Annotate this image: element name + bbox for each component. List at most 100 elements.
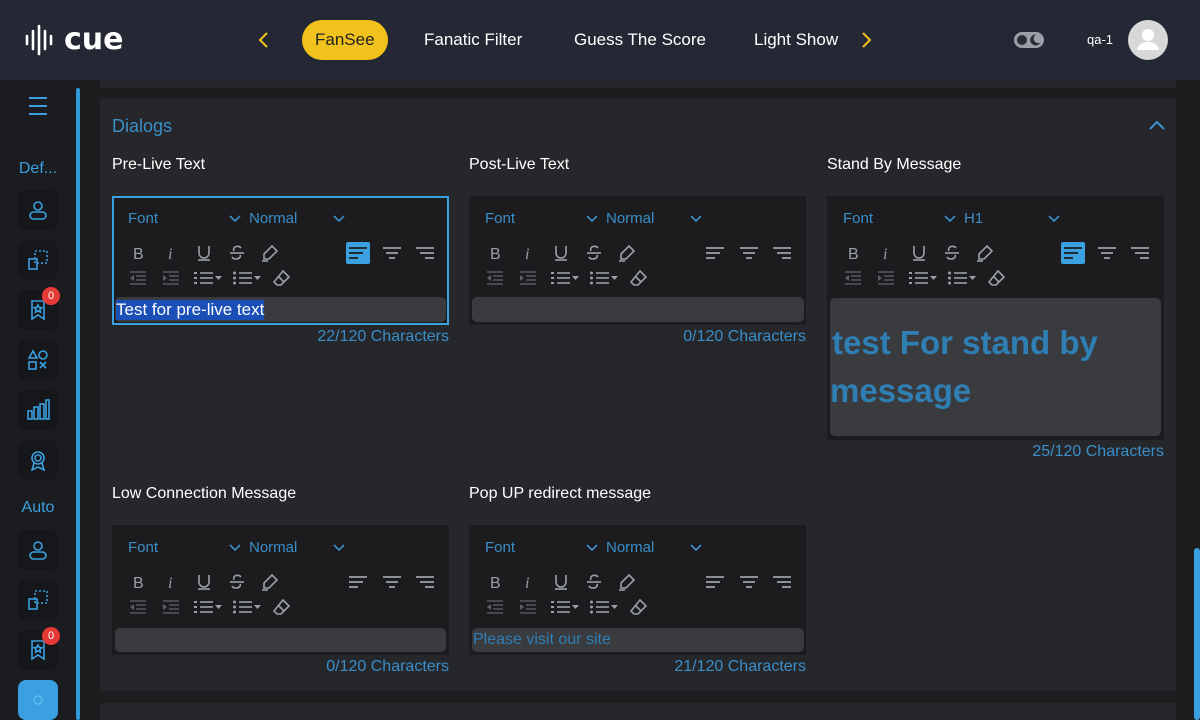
size-select[interactable]: Normal: [249, 539, 359, 556]
hamburger-menu-icon[interactable]: [26, 94, 50, 118]
indent-button[interactable]: [874, 267, 898, 289]
bullet-list-button[interactable]: [588, 267, 620, 289]
strikethrough-button[interactable]: [225, 242, 249, 264]
font-select[interactable]: Font: [843, 210, 956, 227]
bullet-list-button[interactable]: [231, 267, 263, 289]
outdent-button[interactable]: [483, 596, 507, 618]
sidebar-item-user-auto[interactable]: [18, 530, 58, 570]
italic-button[interactable]: i: [159, 242, 183, 264]
underline-button[interactable]: [192, 571, 216, 593]
tab-guess-the-score[interactable]: Guess The Score: [574, 20, 706, 60]
strikethrough-button[interactable]: [225, 571, 249, 593]
underline-button[interactable]: [192, 242, 216, 264]
highlight-button[interactable]: [615, 571, 639, 593]
strikethrough-button[interactable]: [940, 242, 964, 264]
size-select[interactable]: Normal: [249, 210, 359, 227]
size-select[interactable]: H1: [964, 210, 1074, 227]
highlight-button[interactable]: [258, 571, 282, 593]
popup-redirect-text-area[interactable]: Please visit our site: [472, 628, 804, 652]
clear-format-button[interactable]: [270, 596, 294, 618]
outdent-button[interactable]: [841, 267, 865, 289]
font-select[interactable]: Font: [485, 539, 598, 556]
align-left-button[interactable]: [346, 242, 370, 264]
indent-button[interactable]: [516, 596, 540, 618]
clear-format-button[interactable]: [985, 267, 1009, 289]
sidebar-item-shapes[interactable]: [18, 340, 58, 380]
outdent-button[interactable]: [126, 596, 150, 618]
avatar[interactable]: [1128, 20, 1168, 60]
align-right-button[interactable]: [1128, 242, 1152, 264]
align-center-button[interactable]: [380, 242, 404, 264]
italic-button[interactable]: i: [874, 242, 898, 264]
outdent-button[interactable]: [126, 267, 150, 289]
ordered-list-button[interactable]: [549, 267, 581, 289]
bold-button[interactable]: B: [126, 571, 150, 593]
align-left-button[interactable]: [1061, 242, 1085, 264]
sidebar-item-user[interactable]: [18, 190, 58, 230]
align-right-button[interactable]: [770, 571, 794, 593]
size-select[interactable]: Normal: [606, 210, 716, 227]
ordered-list-button[interactable]: [192, 267, 224, 289]
bold-button[interactable]: B: [483, 571, 507, 593]
highlight-button[interactable]: [615, 242, 639, 264]
tab-light-show[interactable]: Light Show: [754, 20, 838, 60]
sidebar-item-rewards[interactable]: 0: [18, 287, 60, 330]
content-scrollbar[interactable]: [1194, 548, 1200, 720]
indent-button[interactable]: [159, 596, 183, 618]
indent-button[interactable]: [159, 267, 183, 289]
underline-button[interactable]: [907, 242, 931, 264]
sidebar-item-frame-auto[interactable]: [18, 580, 58, 620]
clear-format-button[interactable]: [627, 267, 651, 289]
font-select[interactable]: Font: [128, 210, 241, 227]
bullet-list-button[interactable]: [946, 267, 978, 289]
align-center-button[interactable]: [380, 571, 404, 593]
highlight-button[interactable]: [258, 242, 282, 264]
post-live-text-area[interactable]: [472, 297, 804, 322]
indent-button[interactable]: [516, 267, 540, 289]
sidebar-item-award[interactable]: [18, 440, 58, 480]
font-select[interactable]: Font: [485, 210, 598, 227]
italic-button[interactable]: i: [159, 571, 183, 593]
align-center-button[interactable]: [737, 571, 761, 593]
underline-button[interactable]: [549, 571, 573, 593]
align-center-button[interactable]: [1095, 242, 1119, 264]
bullet-list-button[interactable]: [231, 596, 263, 618]
tab-fansee[interactable]: FanSee: [302, 20, 388, 60]
bold-button[interactable]: B: [126, 242, 150, 264]
sidebar-item-frame[interactable]: [18, 240, 58, 280]
strikethrough-button[interactable]: [582, 242, 606, 264]
outdent-button[interactable]: [483, 267, 507, 289]
underline-button[interactable]: [549, 242, 573, 264]
align-left-button[interactable]: [703, 242, 727, 264]
cue-logo[interactable]: cue: [24, 22, 124, 57]
chevron-up-icon[interactable]: [1147, 116, 1167, 136]
ordered-list-button[interactable]: [549, 596, 581, 618]
align-right-button[interactable]: [413, 571, 437, 593]
bullet-list-button[interactable]: [588, 596, 620, 618]
font-select[interactable]: Font: [128, 539, 241, 556]
clear-format-button[interactable]: [627, 596, 651, 618]
clear-format-button[interactable]: [270, 267, 294, 289]
dark-mode-toggle[interactable]: [1014, 30, 1044, 50]
stand-by-text-area[interactable]: test For stand by message: [830, 298, 1161, 436]
sidebar-item-active[interactable]: [18, 680, 58, 720]
bold-button[interactable]: B: [841, 242, 865, 264]
sidebar-item-stats[interactable]: [18, 390, 58, 430]
chevron-right-icon[interactable]: [854, 28, 878, 52]
low-connection-text-area[interactable]: [115, 628, 446, 652]
align-left-button[interactable]: [346, 571, 370, 593]
sidebar-item-rewards-auto[interactable]: 0: [18, 627, 60, 670]
align-right-button[interactable]: [413, 242, 437, 264]
italic-button[interactable]: i: [516, 571, 540, 593]
highlight-button[interactable]: [973, 242, 997, 264]
align-left-button[interactable]: [703, 571, 727, 593]
italic-button[interactable]: i: [516, 242, 540, 264]
align-right-button[interactable]: [770, 242, 794, 264]
bold-button[interactable]: B: [483, 242, 507, 264]
ordered-list-button[interactable]: [192, 596, 224, 618]
chevron-left-icon[interactable]: [252, 28, 276, 52]
pre-live-text-area[interactable]: Test for pre-live text: [115, 297, 446, 322]
strikethrough-button[interactable]: [582, 571, 606, 593]
ordered-list-button[interactable]: [907, 267, 939, 289]
align-center-button[interactable]: [737, 242, 761, 264]
